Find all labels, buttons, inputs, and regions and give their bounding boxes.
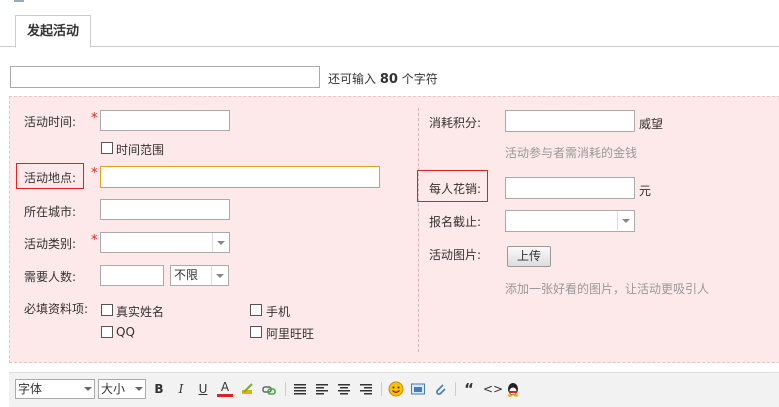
realname-checkbox[interactable] bbox=[101, 304, 113, 316]
toolbar-divider bbox=[285, 382, 286, 396]
chevron-down-icon bbox=[135, 387, 143, 391]
credits-input[interactable] bbox=[505, 110, 635, 132]
credits-label: 消耗积分: bbox=[429, 116, 482, 130]
image-hint: 添加一张好看的图片，让活动更吸引人 bbox=[505, 282, 710, 296]
bold-button[interactable]: B bbox=[151, 381, 167, 397]
qq-label: QQ bbox=[116, 325, 135, 339]
attachment-icon[interactable] bbox=[432, 381, 448, 397]
highlight-icon[interactable] bbox=[239, 381, 255, 397]
smiley-icon[interactable] bbox=[388, 381, 404, 397]
phone-label: 手机 bbox=[266, 305, 291, 319]
align-center-icon[interactable] bbox=[336, 381, 352, 397]
chevron-down-icon bbox=[212, 233, 229, 252]
cost-input[interactable] bbox=[505, 177, 635, 199]
time-range-label: 时间范围 bbox=[116, 143, 165, 157]
place-input[interactable] bbox=[100, 166, 380, 188]
underline-button[interactable]: U bbox=[195, 381, 211, 397]
qq-icon[interactable] bbox=[505, 381, 521, 397]
tab-bar: 发起活动 bbox=[0, 12, 779, 48]
font-select[interactable]: 字体 bbox=[15, 379, 95, 399]
activity-form bbox=[9, 96, 779, 363]
place-label: 活动地点: bbox=[24, 171, 77, 185]
upload-button[interactable]: 上传 bbox=[507, 246, 551, 267]
unordered-list-icon[interactable] bbox=[292, 381, 308, 397]
time-input[interactable] bbox=[100, 110, 230, 131]
deadline-label: 报名截止: bbox=[429, 215, 482, 229]
time-label: 活动时间: bbox=[24, 115, 77, 129]
deadline-select[interactable] bbox=[505, 210, 635, 232]
aliwangwang-label: 阿里旺旺 bbox=[266, 327, 315, 341]
code-button[interactable]: <> bbox=[483, 381, 503, 397]
chevron-down-icon bbox=[617, 211, 634, 230]
activity-title-input[interactable] bbox=[10, 66, 320, 88]
quote-button[interactable]: “ bbox=[461, 381, 477, 397]
form-divider bbox=[418, 108, 419, 352]
cost-label: 每人花销: bbox=[429, 182, 482, 196]
toolbar-divider bbox=[455, 382, 456, 396]
chevron-down-icon bbox=[211, 266, 228, 285]
link-icon[interactable] bbox=[261, 381, 277, 397]
realname-label: 真实姓名 bbox=[116, 305, 165, 319]
time-range-checkbox[interactable] bbox=[101, 142, 113, 154]
italic-button[interactable]: I bbox=[173, 381, 189, 397]
people-count-input[interactable] bbox=[100, 265, 164, 286]
cost-unit: 元 bbox=[639, 184, 652, 198]
category-select[interactable] bbox=[100, 232, 230, 253]
required-star: * bbox=[91, 233, 98, 248]
home-icon[interactable] bbox=[14, 0, 24, 2]
city-input[interactable] bbox=[100, 199, 230, 220]
size-select[interactable]: 大小 bbox=[98, 379, 146, 399]
aliwangwang-checkbox[interactable] bbox=[250, 326, 262, 338]
required-info-label: 必填资料项: bbox=[24, 302, 89, 316]
title-char-hint: 还可输入 80 个字符 bbox=[328, 72, 438, 87]
tab-create-activity[interactable]: 发起活动 bbox=[15, 15, 91, 48]
font-color-button[interactable]: A bbox=[217, 381, 233, 397]
qq-checkbox[interactable] bbox=[101, 326, 113, 338]
align-right-icon[interactable] bbox=[358, 381, 374, 397]
breadcrumb bbox=[0, 0, 779, 6]
phone-checkbox[interactable] bbox=[250, 304, 262, 316]
people-limit-select[interactable]: 不限 bbox=[170, 265, 229, 286]
required-star: * bbox=[91, 111, 98, 126]
chevron-down-icon bbox=[84, 387, 92, 391]
people-label: 需要人数: bbox=[24, 270, 77, 284]
required-star: * bbox=[91, 166, 98, 181]
editor-toolbar: 字体 大小 B I U A “ <> bbox=[9, 372, 779, 407]
align-left-icon[interactable] bbox=[314, 381, 330, 397]
city-label: 所在城市: bbox=[24, 205, 77, 219]
category-label: 活动类别: bbox=[24, 237, 77, 251]
toolbar-divider bbox=[381, 382, 382, 396]
credits-hint: 活动参与者需消耗的金钱 bbox=[505, 146, 638, 160]
credits-unit: 威望 bbox=[639, 117, 664, 131]
image-label: 活动图片: bbox=[429, 248, 482, 262]
image-icon[interactable] bbox=[410, 381, 426, 397]
